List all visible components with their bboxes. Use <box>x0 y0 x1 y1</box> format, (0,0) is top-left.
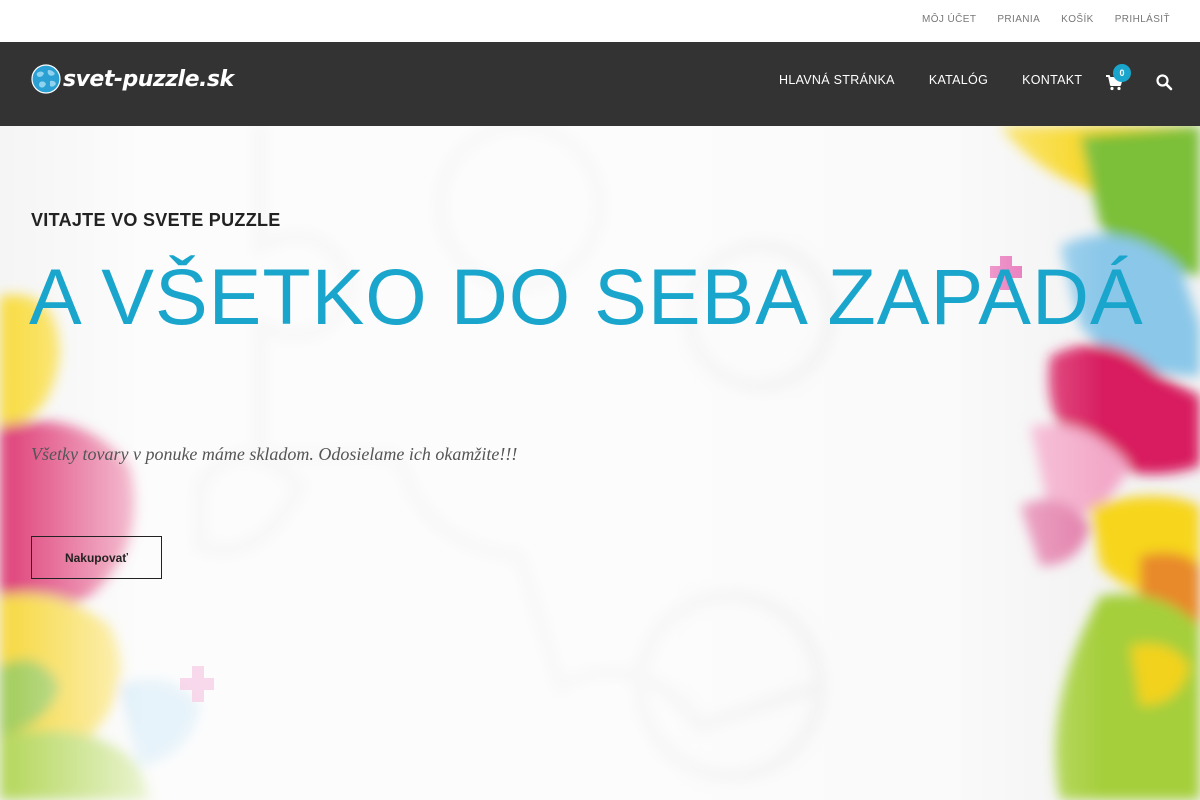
hero-subtitle: VITAJTE VO SVETE PUZZLE <box>31 210 281 230</box>
nav-home[interactable]: HLAVNÁ STRÁNKA <box>779 73 895 87</box>
cart-count-badge: 0 <box>1113 64 1131 82</box>
hero-tagline: Všetky tovary v ponuke máme skladom. Odo… <box>31 444 518 464</box>
hero-banner: VITAJTE VO SVETE PUZZLE A VŠETKO DO SEBA… <box>0 126 1200 800</box>
nav-contact[interactable]: KONTAKT <box>1022 73 1082 87</box>
account-links: MÔJ ÚČET PRIANIA KOŠÍK PRIHLÁSIŤ <box>922 14 1170 25</box>
nav-catalog[interactable]: KATALÓG <box>929 73 988 87</box>
cart-link[interactable]: KOŠÍK <box>1061 14 1094 25</box>
logo-text: svet-puzzle.sk <box>63 66 234 92</box>
site-logo[interactable]: svet-puzzle.sk <box>31 64 234 94</box>
main-nav: HLAVNÁ STRÁNKA KATALÓG KONTAKT <box>779 73 1082 87</box>
main-header: svet-puzzle.sk HLAVNÁ STRÁNKA KATALÓG KO… <box>0 42 1200 126</box>
my-account-link[interactable]: MÔJ ÚČET <box>922 14 976 25</box>
hero-headline: A VŠETKO DO SEBA ZAPADÁ <box>29 252 1144 341</box>
wishlist-link[interactable]: PRIANIA <box>997 14 1040 25</box>
shop-now-button[interactable]: Nakupovať <box>31 536 162 579</box>
top-utility-bar: MÔJ ÚČET PRIANIA KOŠÍK PRIHLÁSIŤ <box>0 0 1200 42</box>
globe-puzzle-icon <box>31 64 61 94</box>
search-icon[interactable] <box>1155 73 1173 91</box>
login-link[interactable]: PRIHLÁSIŤ <box>1115 14 1170 25</box>
